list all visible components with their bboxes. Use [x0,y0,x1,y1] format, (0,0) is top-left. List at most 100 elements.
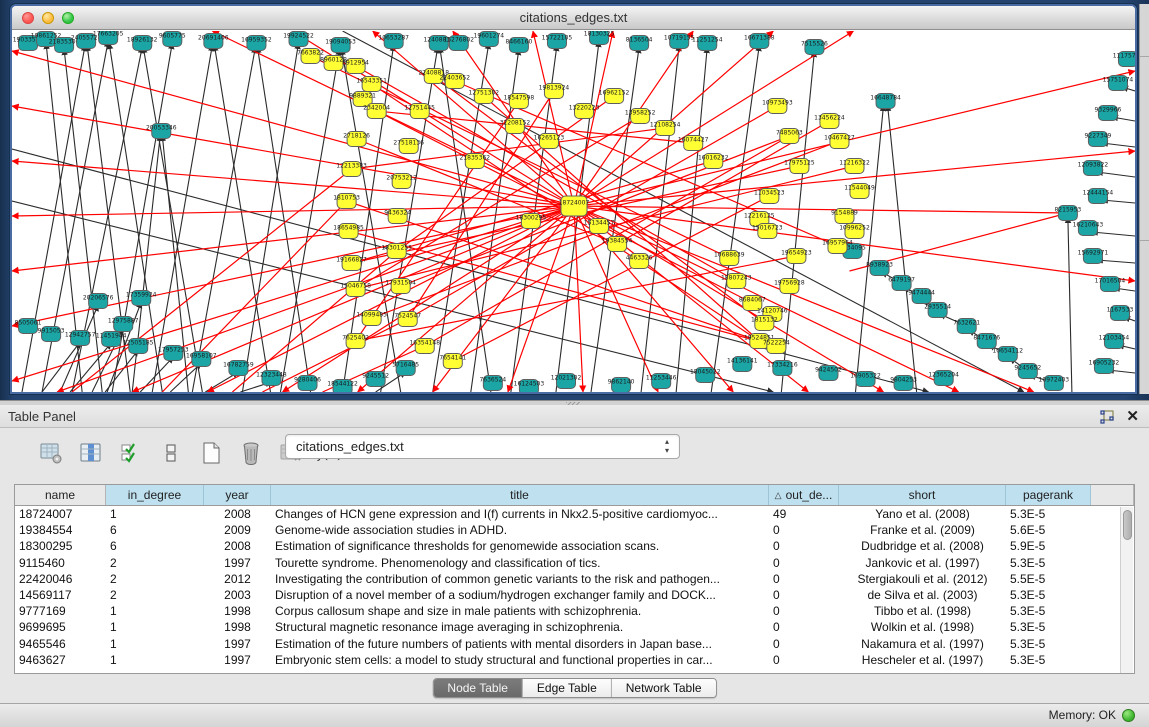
graph-node[interactable]: 20053346 [146,124,177,139]
citation-network-graph[interactable]: 1903352119861252218353062405572417663205… [12,31,1135,392]
graph-node[interactable]: 12942757 [65,331,96,346]
graph-node[interactable]: 15016723 [752,224,783,239]
graph-node[interactable]: 11253446 [646,374,677,389]
graph-node[interactable]: 8136504 [626,36,653,51]
trash-icon[interactable] [238,440,264,466]
graph-node[interactable]: 19756928 [774,279,805,294]
graph-node[interactable]: 17957253 [158,346,189,361]
table-row[interactable]: 946554611997Estimation of the future num… [15,636,1134,652]
graph-node[interactable]: 19601274 [474,32,505,47]
graph-node[interactable]: 15046758 [340,282,371,297]
graph-node[interactable]: 1810753 [333,194,360,209]
graph-node[interactable]: 15692971 [1078,249,1109,264]
graph-node[interactable]: 16124503 [514,380,545,393]
graph-node[interactable]: 17975125 [784,159,815,174]
graph-node[interactable]: 19924522 [283,32,314,47]
graph-node[interactable]: 16958107 [186,352,217,367]
graph-node[interactable]: 10653287 [378,34,409,49]
graph-node[interactable]: 8471676 [973,334,1000,349]
table-row[interactable]: 1456911722003Disruption of a novel membe… [15,587,1134,603]
graph-node[interactable]: 18926132 [127,36,158,51]
graph-node[interactable]: 15722105 [542,34,573,49]
table-row[interactable]: 946362711997Embryonic stem cells: a mode… [15,652,1134,668]
graph-edge[interactable] [574,31,773,206]
graph-node[interactable]: 20753212 [386,174,417,189]
graph-node[interactable]: 7524547 [394,312,421,327]
table-selector-dropdown[interactable]: citations_edges.txt ▴▾ [285,434,680,459]
graph-node[interactable]: 13220223 [569,104,600,119]
scrollbar-thumb[interactable] [1123,510,1132,540]
graph-node[interactable]: 4463326 [626,254,653,269]
graph-edge[interactable] [574,206,1068,213]
graph-edge[interactable] [214,45,270,392]
column-header-year[interactable]: year [204,485,271,505]
graph-node[interactable]: 12751302 [469,89,500,104]
graph-edge[interactable] [42,342,80,392]
graph-node[interactable]: 1167533 [1107,306,1134,321]
graph-node[interactable]: 16210643 [1073,221,1104,236]
row-height-icon[interactable] [158,440,184,466]
graph-node[interactable]: 9245652 [1014,364,1041,379]
graph-node[interactable]: 17359924 [126,291,157,306]
network-window[interactable]: citations_edges.txt 19033521198612522183… [10,4,1137,394]
graph-node[interactable]: 27518136 [393,139,424,154]
graph-node[interactable]: 9605775 [159,32,186,47]
graph-node[interactable]: 32208152 [500,119,531,134]
graph-node[interactable]: 9280406 [294,376,321,391]
table-row[interactable]: 977716911998Corpus callosum shape and si… [15,603,1134,619]
graph-node[interactable]: 13456224 [814,114,845,129]
column-header-name[interactable]: name [15,485,106,505]
graph-node[interactable]: 7636524 [479,376,506,391]
tab-edge-table[interactable]: Edge Table [523,679,612,697]
graph-node[interactable]: 8466160 [506,38,533,53]
graph-node[interactable]: 16648784 [870,94,901,109]
graph-node[interactable]: 8215953 [1055,206,1082,221]
graph-node[interactable]: 12444154 [1083,189,1114,204]
graph-node[interactable]: 15751074 [1103,76,1134,91]
graph-node[interactable]: 10719155 [664,34,695,49]
graph-node[interactable]: 6479197 [888,276,915,291]
network-view-canvas[interactable]: 1903352119861252218353062405572417663205… [12,31,1135,392]
graph-node[interactable]: 19654923 [781,249,812,264]
graph-node[interactable]: 12505185 [123,339,154,354]
column-header-short[interactable]: short [839,485,1006,505]
graph-node[interactable]: 7515526 [801,40,828,55]
graph-node[interactable]: 9245512 [362,372,389,387]
graph-node[interactable]: 16962152 [599,89,630,104]
graph-node[interactable]: 14136141 [727,357,758,372]
graph-node[interactable]: 9154889 [831,209,858,224]
graph-node[interactable]: 9474444 [908,289,935,304]
graph-node[interactable]: 1815132 [751,316,778,331]
graph-node[interactable]: 18724007 [559,196,590,216]
graph-node[interactable]: 16543351 [356,77,387,92]
column-header-out_de[interactable]: △out_de... [769,485,839,505]
graph-node[interactable]: 16959352 [241,36,272,51]
graph-edge[interactable] [1092,232,1135,236]
graph-node[interactable]: 10996252 [839,224,870,239]
memory-status-button[interactable]: Memory: OK [1049,708,1135,722]
table-row[interactable]: 1830029562008Estimation of significance … [15,538,1134,554]
graph-node[interactable]: 7485063 [776,129,803,144]
table-settings-icon[interactable] [38,440,64,466]
graph-node[interactable]: 17334216 [767,361,798,376]
float-panel-icon[interactable] [1099,409,1115,425]
new-file-icon[interactable] [198,440,224,466]
graph-node[interactable]: 18301255 [381,244,412,259]
graph-node[interactable]: 20691406 [198,34,229,49]
graph-node[interactable]: 5716485 [392,361,419,376]
graph-node[interactable]: 12021302 [551,374,582,389]
graph-node[interactable]: 10972403 [1039,376,1070,391]
graph-node[interactable]: 18544122 [327,380,358,393]
graph-edge[interactable] [434,76,765,323]
graph-edge[interactable] [574,206,1034,392]
graph-edge[interactable] [257,47,310,392]
graph-node[interactable]: 20206576 [83,294,114,309]
column-header-title[interactable]: title [271,485,769,505]
graph-node[interactable]: 7654141 [439,354,466,369]
graph-node[interactable]: 14099485 [356,311,387,326]
table-row[interactable]: 1872400712008Changes of HCN gene express… [15,506,1134,522]
graph-node[interactable]: 16782759 [223,361,254,376]
table-column-icon[interactable] [78,440,104,466]
graph-node[interactable]: 10688639 [714,251,745,266]
table-row[interactable]: 911546021997Tourette syndrome. Phenomeno… [15,555,1134,571]
